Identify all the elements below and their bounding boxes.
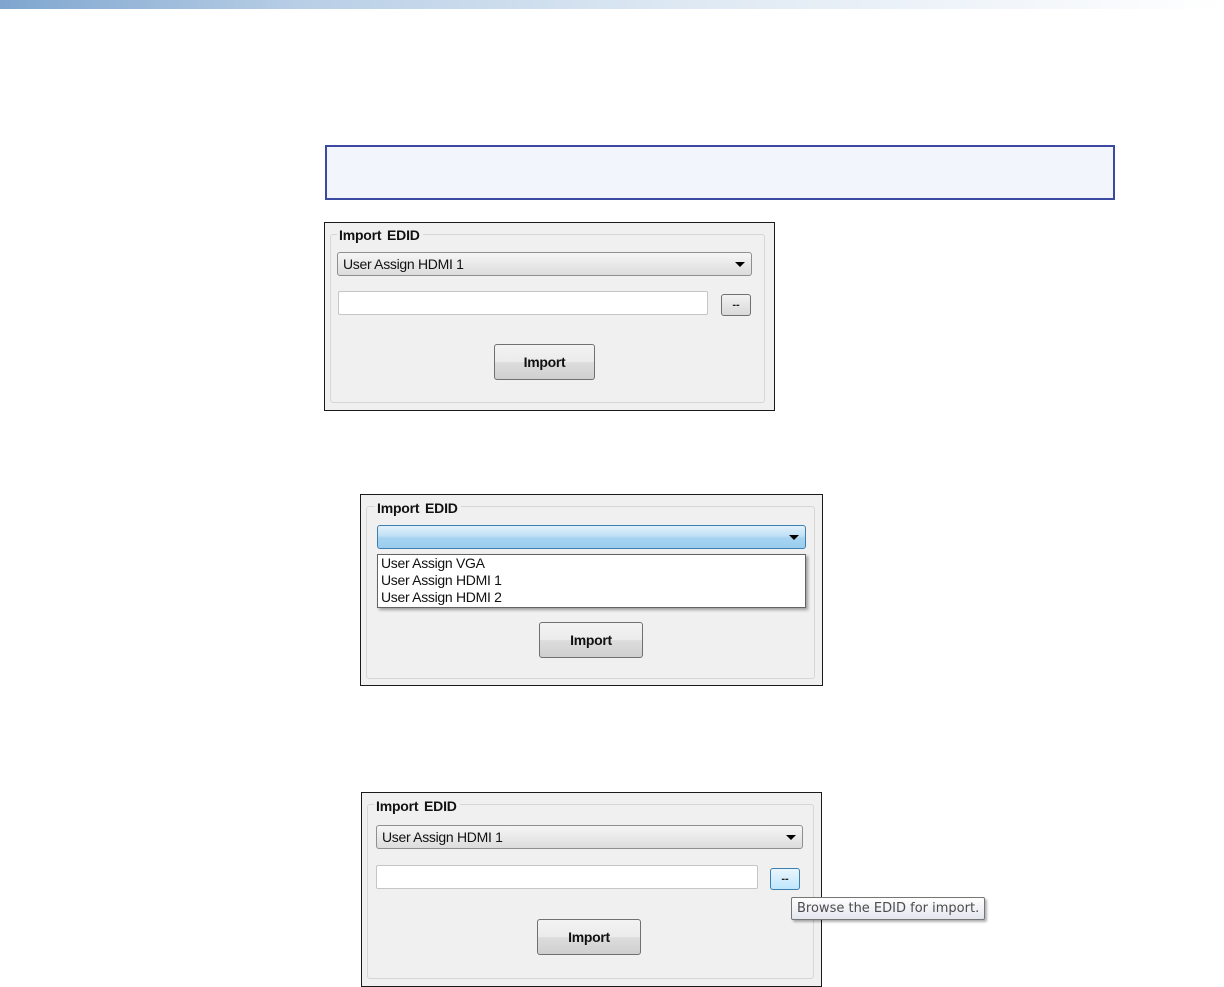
import-edid-panel-3: Import EDID User Assign HDMI 1 -- Import bbox=[361, 792, 822, 987]
edid-source-select[interactable]: User Assign HDMI 1 bbox=[337, 252, 752, 276]
import-button[interactable]: Import bbox=[494, 344, 595, 380]
file-path-input[interactable] bbox=[376, 865, 758, 889]
chevron-down-icon bbox=[735, 262, 745, 267]
browse-button[interactable]: -- bbox=[770, 868, 800, 890]
dropdown-option-hdmi-2[interactable]: User Assign HDMI 2 bbox=[378, 589, 805, 606]
header-gradient-bar bbox=[0, 0, 1224, 9]
browse-tooltip: Browse the EDID for import. bbox=[791, 897, 986, 920]
group-legend: Import EDID bbox=[375, 500, 461, 516]
file-path-input[interactable] bbox=[338, 291, 708, 315]
group-legend: Import EDID bbox=[337, 227, 423, 243]
import-button[interactable]: Import bbox=[537, 919, 641, 955]
edid-source-select[interactable]: User Assign HDMI 1 bbox=[376, 825, 803, 849]
import-edid-panel-2: Import EDID User Assign VGA User Assign … bbox=[360, 494, 823, 686]
dropdown-option-hdmi-1[interactable]: User Assign HDMI 1 bbox=[378, 572, 805, 589]
import-button[interactable]: Import bbox=[539, 622, 643, 658]
edid-source-select-open[interactable] bbox=[377, 525, 806, 549]
dropdown-option-vga[interactable]: User Assign VGA bbox=[378, 555, 805, 572]
select-value: User Assign HDMI 1 bbox=[343, 256, 464, 272]
chevron-down-icon bbox=[786, 835, 796, 840]
group-legend: Import EDID bbox=[374, 798, 460, 814]
import-edid-panel-1: Import EDID User Assign HDMI 1 -- Import bbox=[324, 222, 775, 411]
chevron-down-icon bbox=[789, 535, 799, 540]
note-box bbox=[325, 145, 1115, 200]
select-value: User Assign HDMI 1 bbox=[382, 829, 503, 845]
edid-source-dropdown-list: User Assign VGA User Assign HDMI 1 User … bbox=[377, 554, 806, 608]
browse-button[interactable]: -- bbox=[721, 294, 751, 316]
